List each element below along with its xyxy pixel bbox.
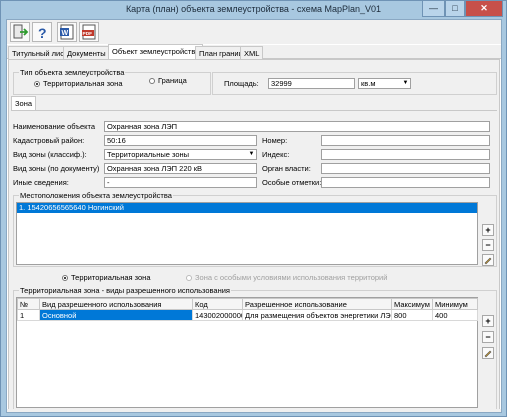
table-cell[interactable]: Основной (39, 309, 193, 321)
export-word-button[interactable]: W (57, 22, 77, 42)
status-bar (7, 409, 501, 412)
table-cell[interactable]: 400 (432, 309, 478, 321)
zone-class-value: Территориальные зоны (107, 150, 190, 159)
object-type-group-title: Тип объекта землеустройства (19, 68, 126, 77)
table-cell[interactable]: 143002000000 (192, 309, 243, 321)
col-max-header[interactable]: Максимум (391, 298, 433, 310)
help-button[interactable]: ? (32, 22, 52, 42)
pencil-icon (484, 350, 492, 358)
exit-button[interactable] (10, 22, 30, 42)
zone-class-select[interactable]: Территориальные зоны ▼ (104, 149, 257, 160)
usage-table: № Вид разрешенного использования Код Раз… (16, 297, 478, 408)
exit-icon (13, 24, 29, 39)
col-min-header[interactable]: Минимум (432, 298, 478, 310)
chevron-down-icon: ▼ (402, 80, 409, 86)
subtab-divider (11, 110, 497, 111)
svg-text:W: W (62, 30, 69, 37)
zone-doc-label: Вид зоны (по документу) (13, 164, 100, 173)
index-input[interactable] (321, 149, 490, 160)
chevron-down-icon: ▼ (248, 151, 255, 157)
export-pdf-button[interactable]: PDF (79, 22, 99, 42)
area-unit-value: кв.м (361, 79, 376, 88)
special-notes-label: Особые отметки: (262, 178, 322, 187)
toolbar: ? W PDF (7, 20, 501, 44)
col-usage-type-header[interactable]: Вид разрешенного использования (39, 298, 193, 310)
tab-documents[interactable]: Документы (63, 46, 110, 59)
zone-choice-special-radio[interactable] (186, 275, 192, 281)
table-row[interactable]: 1 Основной 143002000000 Для размещения о… (17, 309, 478, 321)
maximize-button[interactable]: □ (445, 1, 465, 17)
table-cell[interactable]: Для размещения объектов энергетики ЛЭП 2… (242, 309, 392, 321)
pencil-icon (484, 257, 492, 265)
zone-class-label: Вид зоны (классиф.): (13, 150, 87, 159)
tab-land-object[interactable]: Объект землеустройства (108, 44, 204, 60)
col-number-header[interactable]: № (17, 298, 40, 310)
zone-choice-territorial-radio[interactable] (62, 275, 68, 281)
authority-label: Орган власти: (262, 164, 311, 173)
zone-choice-special-label: Зона с особыми условиями использования т… (195, 273, 388, 282)
client-area: ? W PDF Титульный лист Документы Объект … (6, 19, 502, 413)
usage-group-title: Территориальная зона - виды разрешенного… (19, 286, 231, 295)
location-remove-button[interactable]: − (482, 239, 494, 251)
cadastral-district-label: Кадастровый район: (13, 136, 85, 145)
index-label: Индекс: (262, 150, 290, 159)
other-info-input[interactable]: - (104, 177, 257, 188)
number-input[interactable] (321, 135, 490, 146)
area-group: Площадь: 32999 кв.м ▼ (212, 72, 497, 95)
usage-table-header: № Вид разрешенного использования Код Раз… (17, 298, 478, 310)
location-edit-button[interactable] (482, 254, 494, 266)
help-icon: ? (38, 25, 47, 41)
title-bar[interactable]: Карта (план) объекта землеустройства - с… (1, 1, 506, 19)
special-notes-input[interactable] (321, 177, 490, 188)
table-cell[interactable]: 800 (391, 309, 433, 321)
usage-group: Территориальная зона - виды разрешенного… (13, 286, 497, 410)
cadastral-district-input[interactable]: 50:16 (104, 135, 257, 146)
minimize-button[interactable]: — (422, 1, 445, 17)
zone-choice-territorial-label: Территориальная зона (71, 273, 151, 282)
location-list: 1. 15420656565640 Ногинский (16, 202, 478, 265)
location-list-item[interactable]: 1. 15420656565640 Ногинский (17, 203, 477, 213)
location-group: Местоположения объекта землеустройства 1… (13, 191, 497, 267)
territorial-zone-radio-label: Территориальная зона (43, 79, 123, 88)
svg-text:?: ? (38, 25, 47, 41)
boundary-radio-label: Граница (158, 76, 187, 85)
location-group-title: Местоположения объекта землеустройства (19, 191, 173, 200)
pdf-document-icon: PDF (82, 24, 96, 40)
other-info-label: Иные сведения: (13, 178, 69, 187)
territorial-zone-radio[interactable] (34, 81, 40, 87)
tab-title-page[interactable]: Титульный лист (8, 46, 72, 59)
col-permitted-use-header[interactable]: Разрешенное использование (242, 298, 392, 310)
area-input[interactable]: 32999 (268, 78, 355, 89)
area-label: Площадь: (224, 79, 259, 88)
close-button[interactable]: ✕ (465, 1, 503, 17)
object-name-input[interactable]: Охранная зона ЛЭП (104, 121, 490, 132)
usage-remove-button[interactable]: − (482, 331, 494, 343)
number-label: Номер: (262, 136, 288, 145)
authority-input[interactable] (321, 163, 490, 174)
application-window: Карта (план) объекта землеустройства - с… (0, 0, 507, 417)
svg-text:PDF: PDF (83, 31, 93, 37)
usage-add-button[interactable]: + (482, 315, 494, 327)
table-cell[interactable]: 1 (17, 309, 40, 321)
object-name-label: Наименование объекта (13, 122, 96, 131)
tab-xml[interactable]: XML (240, 46, 264, 59)
object-type-group: Тип объекта землеустройства Территориаль… (13, 68, 211, 95)
col-code-header[interactable]: Код (192, 298, 243, 310)
tab-zone[interactable]: Зона (11, 96, 37, 110)
location-add-button[interactable]: + (482, 224, 494, 236)
boundary-radio[interactable] (149, 78, 155, 84)
land-object-panel: Тип объекта землеустройства Территориаль… (8, 59, 500, 412)
area-unit-select[interactable]: кв.м ▼ (358, 78, 411, 89)
zone-doc-input[interactable]: Охранная зона ЛЭП 220 кВ (104, 163, 257, 174)
word-document-icon: W (60, 24, 74, 40)
usage-edit-button[interactable] (482, 347, 494, 359)
main-tabs: Титульный лист Документы Объект землеуст… (7, 44, 501, 60)
